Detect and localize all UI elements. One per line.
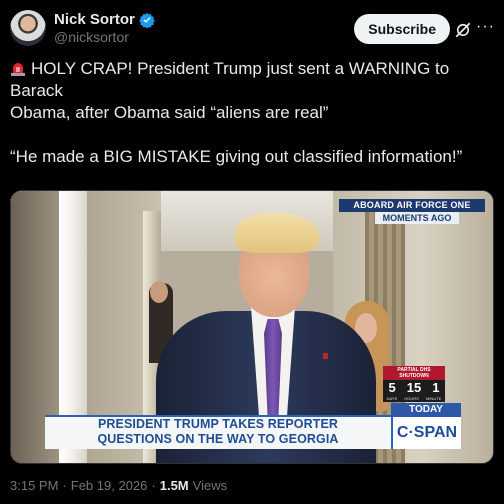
lower-third-line2: QUESTIONS ON THE WAY TO GEORGIA <box>97 432 339 446</box>
ribbon-top: ABOARD AIR FORCE ONE <box>339 199 485 212</box>
clock-minutes: 1 <box>432 380 440 395</box>
ribbon-bottom: MOMENTS AGO <box>375 212 459 224</box>
avatar[interactable] <box>10 10 46 46</box>
tweet-spacer-2 <box>10 168 494 190</box>
clock-digits: 5 15 1 <box>383 380 445 396</box>
author-handle[interactable]: @nicksortor <box>54 29 129 45</box>
tweet-time[interactable]: 3:15 PM <box>10 478 58 493</box>
tweet-meta: 3:15 PM · Feb 19, 2026 · 1.5M Views <box>10 478 227 493</box>
tweet-header: Nick Sortor @nicksortor Subscribe ··· <box>10 8 494 48</box>
video-media[interactable]: ABOARD AIR FORCE ONE MOMENTS AGO PARTIAL… <box>10 190 494 464</box>
clock-units: DAYS HOURS MINUTE <box>383 396 445 402</box>
author-name[interactable]: Nick Sortor <box>54 11 135 28</box>
today-label: TODAY <box>391 403 461 417</box>
shutdown-clock: PARTIAL DHS SHUTDOWN 5 15 1 DAYS HOURS M… <box>383 366 445 402</box>
clock-title-line2: SHUTDOWN <box>399 373 429 379</box>
views-label: Views <box>192 478 228 493</box>
tweet-line-1: HOLY CRAP! President Trump just sent a W… <box>10 58 494 102</box>
speaker-hair <box>235 213 319 253</box>
verified-badge-icon <box>139 12 155 28</box>
lapel-pin <box>323 353 328 359</box>
clock-hours: 15 <box>406 380 422 395</box>
tweet-line-2: Obama, after Obama said “aliens are real… <box>10 103 329 122</box>
clock-unit-days: DAYS <box>386 396 398 401</box>
tweet-text: HOLY CRAP! President Trump just sent a W… <box>10 58 494 212</box>
background-person-face <box>150 281 168 303</box>
clock-days: 5 <box>388 380 396 395</box>
tweet-line-1-text: HOLY CRAP! President Trump just sent a W… <box>10 59 450 100</box>
views-count[interactable]: 1.5M <box>160 478 189 493</box>
meta-separator-1: · <box>62 478 67 493</box>
tweet-date[interactable]: Feb 19, 2026 <box>71 478 148 493</box>
grok-icon[interactable] <box>454 21 472 39</box>
lower-third-line1: PRESIDENT TRUMP TAKES REPORTER <box>97 417 339 431</box>
location-ribbon: ABOARD AIR FORCE ONE MOMENTS AGO <box>339 199 485 224</box>
meta-separator-2: · <box>151 478 156 493</box>
tweet-spacer <box>10 124 494 146</box>
clock-unit-hours: HOURS <box>404 396 419 401</box>
lower-third-caption: PRESIDENT TRUMP TAKES REPORTER QUESTIONS… <box>45 415 391 449</box>
author-name-row: Nick Sortor <box>54 11 155 28</box>
clock-unit-minutes: MINUTE <box>426 396 442 401</box>
tweet-line-3: “He made a BIG MISTAKE giving out classi… <box>10 147 463 166</box>
siren-emoji-icon <box>11 63 25 76</box>
network-logo: C·SPAN <box>391 417 461 449</box>
more-icon[interactable]: ··· <box>476 18 494 38</box>
subscribe-button[interactable]: Subscribe <box>354 14 450 44</box>
clock-title: PARTIAL DHS SHUTDOWN <box>383 366 445 380</box>
